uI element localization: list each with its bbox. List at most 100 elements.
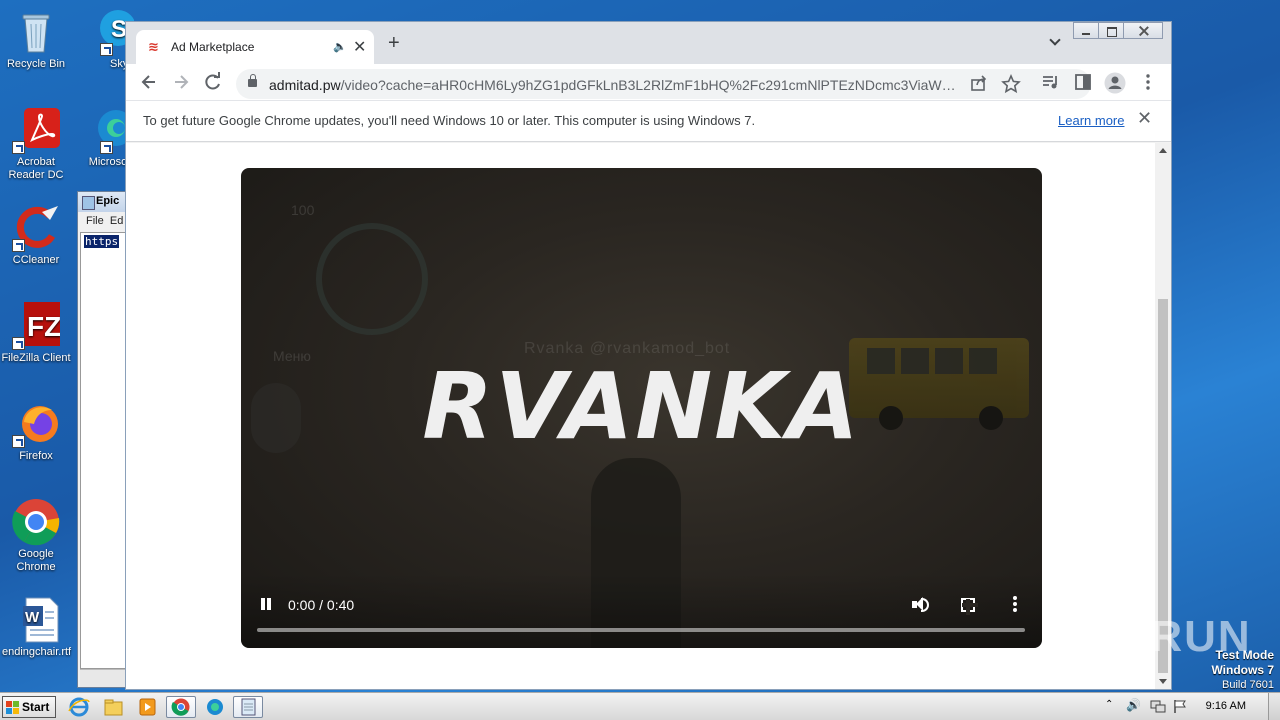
desktop-icon-label: Recycle Bin (6, 58, 66, 70)
desktop-icon-label: Google Chrome (16, 548, 56, 573)
desktop-icon-filezilla[interactable]: FZ FileZilla Client (0, 302, 72, 365)
notepad-menu: File Ed (78, 212, 128, 232)
volume-icon[interactable] (911, 596, 931, 614)
desktop-icon-firefox[interactable]: Firefox (0, 400, 72, 463)
start-button[interactable]: Start (2, 696, 56, 718)
scroll-down-arrow-icon[interactable] (1159, 679, 1167, 684)
chrome-window: ≋ Ad Marketplace 🔈 ✕ + admitad.pw/video?… (125, 21, 1172, 690)
taskbar-edge-icon[interactable] (202, 696, 228, 718)
reload-icon[interactable] (203, 72, 223, 92)
minimize-button[interactable] (1073, 22, 1099, 39)
pause-button[interactable] (259, 597, 273, 611)
page-content: 100 Меню Rvanka @rvankamod_bot RVANKA 0:… (126, 143, 1155, 689)
tab-search-chevron-icon[interactable] (1049, 34, 1061, 46)
url-text[interactable]: admitad.pw/video?cache=aHR0cHM6Ly9hZG1pd… (269, 77, 964, 93)
infobar-close-icon[interactable]: ✕ (1137, 108, 1152, 129)
tab-title: Ad Marketplace (171, 40, 255, 54)
site-favicon-icon: ≋ (148, 39, 159, 54)
shortcut-arrow-icon (12, 337, 25, 350)
desktop-icon-acrobat[interactable]: Acrobat Reader DC (0, 106, 72, 182)
taskbar: Start ⌃ 🔊 9:16 AM (0, 692, 1280, 720)
page-vertical-scrollbar[interactable] (1155, 143, 1171, 689)
video-title-overlay: RVANKA (422, 353, 861, 460)
taskbar-explorer-icon[interactable] (100, 696, 126, 718)
taskbar-media-player-icon[interactable] (134, 696, 160, 718)
notepad-selected-text: https (84, 235, 120, 248)
test-mode-label: Test Mode (1215, 648, 1274, 662)
infobar-message: To get future Google Chrome updates, you… (143, 113, 756, 128)
clock[interactable]: 9:16 AM (1206, 700, 1246, 712)
learn-more-link[interactable]: Learn more (1058, 113, 1124, 128)
notepad-title: Epic (78, 192, 128, 212)
video-frame-hud-text: 100 (291, 202, 315, 218)
chrome-menu-icon[interactable] (1138, 72, 1158, 92)
maximize-button[interactable] (1098, 22, 1124, 39)
desktop-icon-label: CCleaner (12, 254, 60, 266)
shortcut-arrow-icon (100, 141, 113, 154)
lock-icon[interactable] (248, 74, 257, 87)
start-label: Start (22, 700, 50, 714)
taskbar-notepad-icon[interactable] (233, 696, 263, 718)
volume-tray-icon[interactable]: 🔊 (1126, 698, 1141, 712)
close-window-button[interactable] (1123, 22, 1163, 39)
action-center-flag-icon[interactable] (1172, 698, 1188, 717)
desktop-icon-recycle-bin[interactable]: Recycle Bin (0, 8, 72, 71)
network-tray-icon[interactable] (1150, 698, 1166, 717)
tab-close-icon[interactable]: ✕ (353, 37, 366, 57)
profile-avatar-icon[interactable] (1104, 72, 1126, 94)
firefox-icon (12, 400, 60, 448)
svg-text:W: W (25, 609, 40, 626)
desktop-icon-label: Firefox (19, 450, 53, 462)
window-controls (1073, 22, 1163, 39)
build-label: Build 7601 (1222, 679, 1274, 691)
filezilla-icon: FZ (12, 302, 61, 350)
taskbar-chrome-icon[interactable] (166, 696, 196, 718)
show-desktop-button[interactable] (1268, 693, 1280, 720)
bookmark-star-icon[interactable] (1001, 74, 1021, 94)
scroll-up-arrow-icon[interactable] (1159, 148, 1167, 153)
notepad-horizontal-scrollbar[interactable] (80, 669, 128, 687)
ccleaner-icon (12, 204, 60, 252)
shortcut-arrow-icon (100, 43, 113, 56)
update-infobar: To get future Google Chrome updates, you… (126, 101, 1171, 142)
desktop-icon-google-chrome[interactable]: Google Chrome (0, 498, 72, 574)
video-player[interactable]: 100 Меню Rvanka @rvankamod_bot RVANKA 0:… (241, 168, 1042, 648)
menu-file[interactable]: File (86, 215, 104, 227)
video-time: 0:00 / 0:40 (288, 597, 355, 613)
shortcut-arrow-icon (12, 435, 25, 448)
video-progress-bar[interactable] (257, 628, 1025, 632)
notepad-window[interactable]: Epic File Ed https (77, 191, 129, 688)
url-domain: admitad.pw (269, 77, 341, 93)
shortcut-arrow-icon (12, 239, 25, 252)
back-arrow-icon[interactable] (139, 72, 159, 92)
address-bar[interactable]: admitad.pw/video?cache=aHR0cHM6Ly9hZG1pd… (236, 69, 1091, 99)
test-mode-text: Test Mode Windows 7 Build 7601 (1211, 648, 1274, 692)
video-controls: 0:00 / 0:40 (241, 573, 1042, 648)
system-tray: ⌃ 🔊 9:16 AM (1102, 693, 1280, 720)
desktop-icon-label: FileZilla Client (1, 352, 71, 364)
windows-flag-icon (6, 701, 19, 714)
video-more-options-icon[interactable] (1013, 596, 1017, 612)
shortcut-arrow-icon (12, 141, 25, 154)
url-path: /video?cache=aHR0cHM6Ly9hZG1pdGFkLnB3L2R… (340, 77, 964, 93)
desktop-icon-ccleaner[interactable]: CCleaner (0, 204, 72, 267)
share-icon[interactable] (969, 74, 989, 94)
taskbar-ie-icon[interactable] (66, 696, 92, 718)
forward-arrow-icon[interactable] (171, 72, 191, 92)
desktop-icon-label: Acrobat Reader DC (8, 156, 64, 181)
svg-text:FZ: FZ (27, 311, 60, 342)
show-hidden-icons-icon[interactable]: ⌃ (1105, 699, 1113, 710)
audio-playing-icon[interactable]: 🔈 (333, 40, 347, 53)
desktop-icon-label: endingchair.rtf (2, 646, 72, 658)
menu-edit[interactable]: Ed (110, 215, 123, 227)
media-controls-icon[interactable] (1041, 72, 1061, 92)
word-document-icon: W (12, 596, 60, 644)
acrobat-icon (12, 106, 60, 154)
side-panel-icon[interactable] (1073, 72, 1093, 92)
recycle-bin-icon (12, 8, 60, 56)
notepad-text-area[interactable]: https (80, 232, 128, 669)
tab-ad-marketplace[interactable]: ≋ Ad Marketplace 🔈 ✕ (136, 30, 374, 64)
new-tab-button[interactable]: + (388, 33, 400, 53)
video-frame-hud (316, 223, 428, 335)
desktop-icon-rtf-file[interactable]: W endingchair.rtf (0, 596, 72, 659)
